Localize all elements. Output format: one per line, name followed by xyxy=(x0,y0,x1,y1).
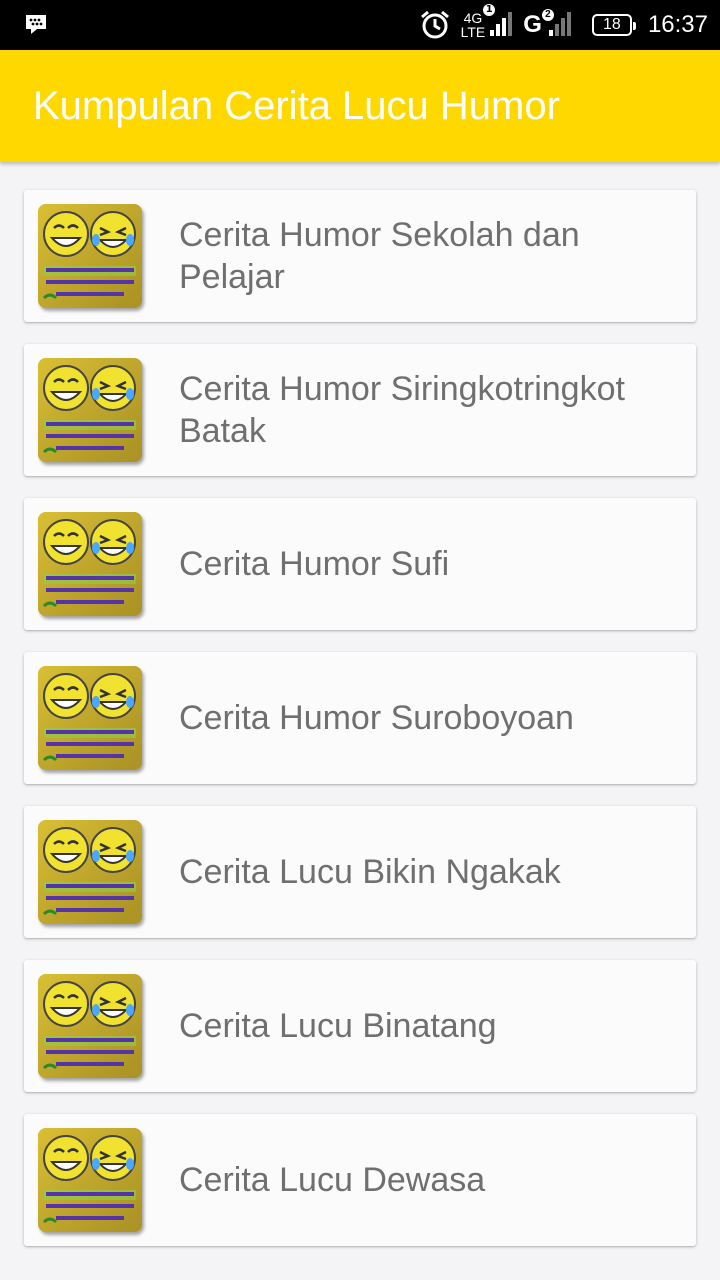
app-logo-icon xyxy=(38,512,142,616)
app-bar: Kumpulan Cerita Lucu Humor xyxy=(0,50,720,162)
bbm-icon xyxy=(24,12,48,36)
battery-level: 18 xyxy=(603,16,621,33)
network-bottom-label: LTE xyxy=(460,24,486,40)
list-item[interactable]: Cerita Lucu Binatang xyxy=(24,960,696,1092)
list-item[interactable]: Cerita Humor Sekolah dan Pelajar xyxy=(24,190,696,322)
app-logo-icon xyxy=(38,666,142,770)
list-item[interactable]: Cerita Humor Sufi xyxy=(24,498,696,630)
list-item[interactable]: Cerita Humor Siringkotringkot Batak xyxy=(24,344,696,476)
alarm-icon xyxy=(419,9,451,41)
status-clock: 16:37 xyxy=(647,11,708,38)
network2-label: G 2 xyxy=(523,9,554,39)
list-item-label: Cerita Humor Siringkotringkot Batak xyxy=(179,370,625,450)
list-item-label: Cerita Lucu Bikin Ngakak xyxy=(179,853,561,891)
list-item-label: Cerita Lucu Binatang xyxy=(179,1007,497,1045)
network2-text: G xyxy=(523,11,542,38)
sim2-badge: 2 xyxy=(541,9,554,21)
battery-icon: 18 xyxy=(591,14,636,36)
network-top-label: 4G xyxy=(463,10,483,26)
network-type-2: G 2 xyxy=(523,9,572,40)
list-item[interactable]: Cerita Humor Suroboyoan xyxy=(24,652,696,784)
status-bar: 4G LTE 1 G 2 18 16:37 xyxy=(0,0,720,50)
app-title: Kumpulan Cerita Lucu Humor xyxy=(33,84,560,128)
list-item-label: Cerita Humor Sekolah dan Pelajar xyxy=(179,216,580,296)
list-item[interactable]: Cerita Lucu Bikin Ngakak xyxy=(24,806,696,938)
app-logo-icon xyxy=(38,1128,142,1232)
app-logo-icon xyxy=(38,820,142,924)
app-logo-icon xyxy=(38,204,142,308)
list-item-label: Cerita Humor Suroboyoan xyxy=(179,699,574,737)
list-item[interactable]: Cerita Lucu Dewasa xyxy=(24,1114,696,1246)
app-logo-icon xyxy=(38,358,142,462)
list-item-label: Cerita Humor Sufi xyxy=(179,545,450,583)
network-type-1: 4G LTE 1 xyxy=(460,4,514,40)
category-list: Cerita Humor Sekolah dan Pelajar Cerita … xyxy=(24,190,696,1268)
signal-icon: 1 xyxy=(483,4,513,40)
list-item-label: Cerita Lucu Dewasa xyxy=(179,1161,486,1199)
app-logo-icon xyxy=(38,974,142,1078)
